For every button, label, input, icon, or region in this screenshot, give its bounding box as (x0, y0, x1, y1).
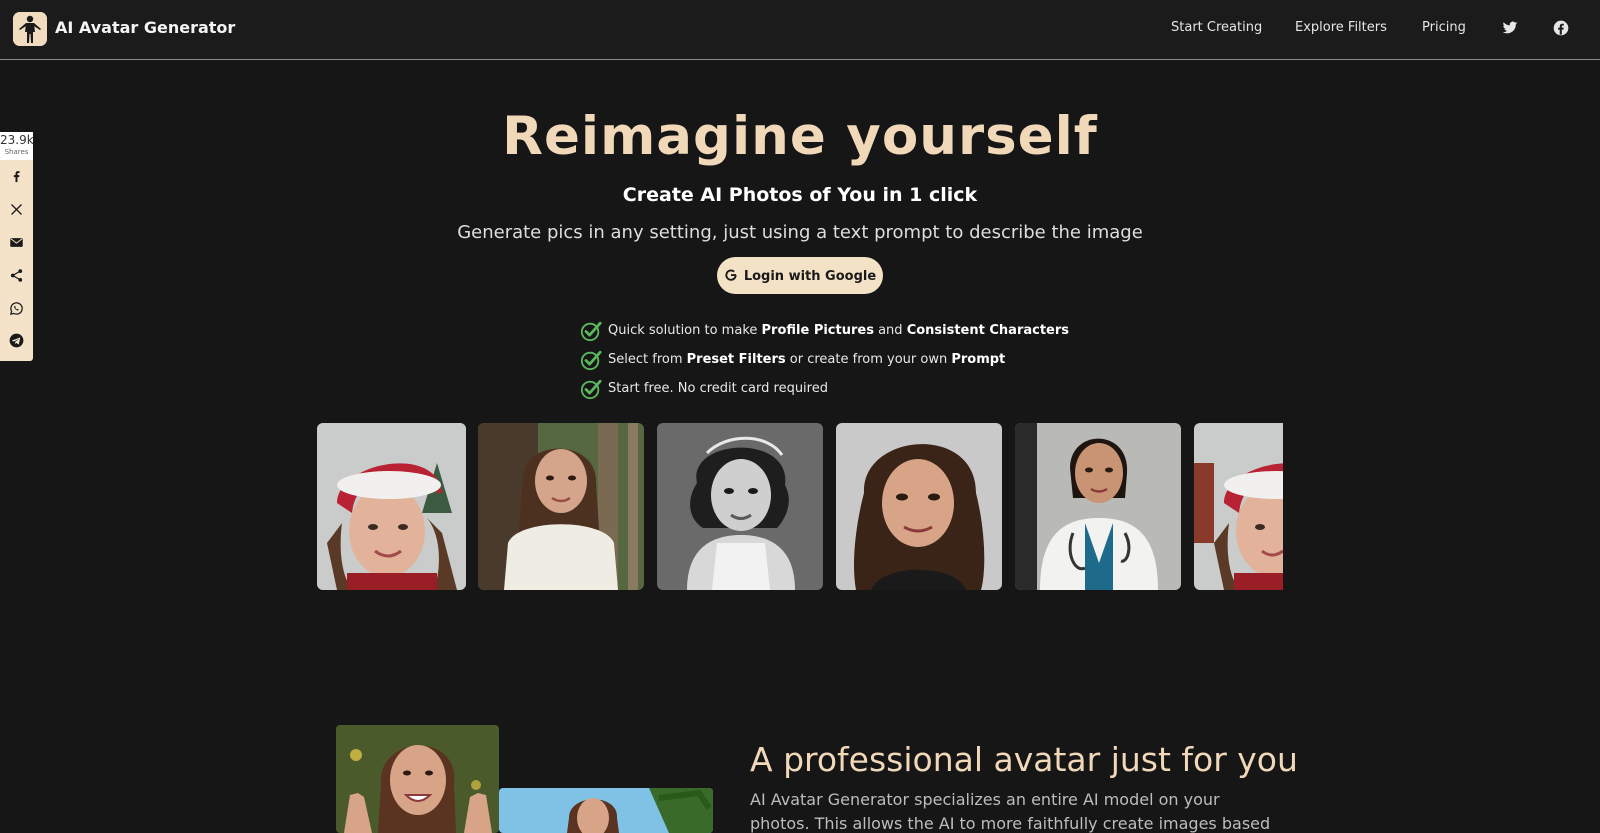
avatar-gallery (317, 423, 1283, 590)
facebook-icon[interactable] (9, 169, 24, 184)
gallery-photo-forest (478, 423, 644, 590)
hero-title: Reimagine yourself (502, 106, 1098, 167)
showcase-photo-beach (499, 788, 713, 833)
nav-pricing[interactable]: Pricing (1422, 20, 1466, 35)
hero-description: Generate pics in any setting, just using… (457, 222, 1143, 243)
gallery-photo-vintage (657, 423, 823, 590)
share-icon[interactable] (9, 268, 24, 283)
logo-icon[interactable] (13, 12, 47, 46)
gallery-photo-studio (836, 423, 1002, 590)
nav-start-creating[interactable]: Start Creating (1171, 20, 1262, 35)
nav-explore-filters[interactable]: Explore Filters (1295, 20, 1387, 35)
gallery-photo-christmas (317, 423, 466, 590)
facebook-icon[interactable] (1553, 20, 1569, 36)
login-button-label: Login with Google (743, 268, 877, 284)
feature-item: Select from Preset Filters or create fro… (580, 349, 1040, 371)
login-with-google-button[interactable]: Login with Google (717, 257, 883, 294)
section-text: AI Avatar Generator specializes an entir… (750, 790, 1271, 833)
google-icon (724, 268, 738, 282)
check-icon (580, 320, 602, 342)
gallery-photo-christmas-repeat (1194, 423, 1283, 590)
feature-text: Select from Preset Filters or create fro… (608, 352, 1006, 367)
feature-text: Start free. No credit card required (608, 381, 828, 396)
hero-subtitle: Create AI Photos of You in 1 click (622, 184, 978, 206)
check-icon (580, 378, 602, 400)
top-navbar: AI Avatar Generator Start Creating Explo… (0, 0, 1600, 60)
telegram-icon[interactable] (9, 333, 24, 348)
whatsapp-icon[interactable] (9, 301, 24, 316)
feature-item: Start free. No credit card required (580, 378, 1040, 400)
twitter-icon[interactable] (1502, 20, 1518, 36)
showcase-photo-waving (336, 725, 499, 833)
section-title: A professional avatar just for you (750, 740, 1298, 779)
feature-text: Quick solution to make Profile Pictures … (608, 323, 1070, 338)
gallery-photo-doctor (1015, 423, 1181, 590)
brand-name[interactable]: AI Avatar Generator (55, 18, 235, 37)
feature-item: Quick solution to make Profile Pictures … (580, 320, 1069, 342)
check-icon (580, 349, 602, 371)
